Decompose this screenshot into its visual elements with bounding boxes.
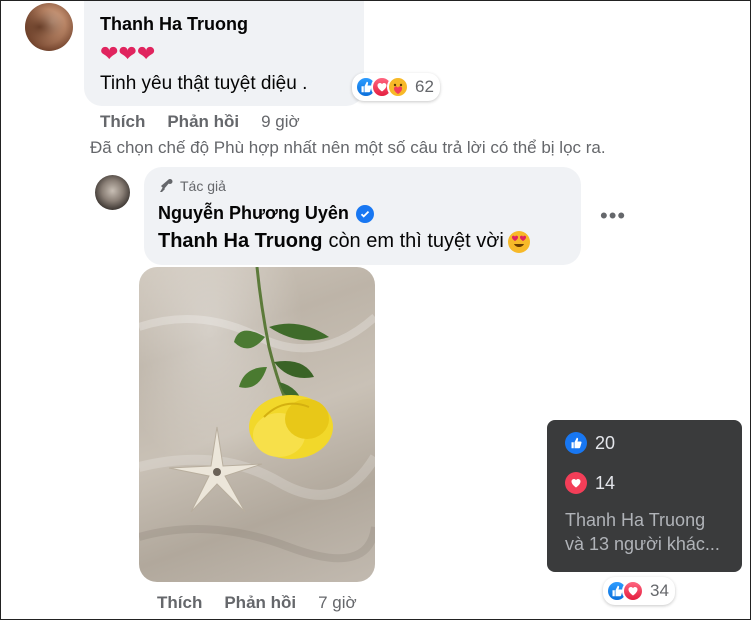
- reply-text-body: còn em thì tuyệt vời: [328, 230, 504, 252]
- reply-actions: Thích Phản hồi 7 giờ: [157, 593, 357, 613]
- reply-timestamp[interactable]: 7 giờ: [318, 593, 357, 613]
- care-reaction-icon: [387, 76, 409, 98]
- reply-reaction-count: 34: [650, 581, 669, 600]
- tooltip-names: Thanh Ha Truong và 13 người khác...: [565, 508, 720, 556]
- tooltip-names-line1: Thanh Ha Truong: [565, 510, 706, 530]
- reply-author-name[interactable]: Nguyễn Phương Uyên: [158, 203, 349, 224]
- reaction-count: 62: [415, 77, 434, 96]
- reply-button[interactable]: Phản hồi: [167, 112, 239, 132]
- reaction-summary[interactable]: 62: [352, 73, 440, 101]
- tooltip-like-row: 20: [565, 432, 615, 454]
- comment-timestamp[interactable]: 9 giờ: [261, 112, 300, 132]
- tooltip-like-count: 20: [595, 432, 616, 453]
- author-tag-label: Tác giả: [180, 178, 226, 194]
- verified-badge-icon: [355, 204, 374, 223]
- comment-actions: Thích Phản hồi 9 giờ: [100, 112, 300, 132]
- reply-reply-button[interactable]: Phản hồi: [224, 593, 296, 613]
- like-button[interactable]: Thích: [100, 112, 145, 132]
- comment-author[interactable]: Thanh Ha Truong: [100, 14, 248, 35]
- reply-text: Thanh Ha Truong còn em thì tuyệt vời: [158, 230, 530, 253]
- comment-text: Tinh yêu thật tuyệt diệu .: [100, 73, 308, 94]
- reply-author[interactable]: Nguyễn Phương Uyên: [158, 203, 374, 224]
- more-options-icon[interactable]: •••: [600, 203, 626, 229]
- mention-link[interactable]: Thanh Ha Truong: [158, 230, 322, 253]
- reaction-tooltip: 20 14 Thanh Ha Truong và 13 người khác..…: [547, 420, 742, 572]
- tooltip-names-line2: và 13 người khác...: [565, 534, 720, 554]
- rose-starfish-image: [139, 267, 375, 563]
- microphone-icon: [160, 179, 173, 192]
- tooltip-love-count: 14: [595, 472, 616, 493]
- heart-eyes-emoji-icon: [507, 230, 530, 253]
- love-reaction-icon: [622, 580, 644, 602]
- hearts-emoji: ❤❤❤: [100, 41, 156, 66]
- filter-note: Đã chọn chế độ Phù hợp nhất nên một số c…: [90, 138, 606, 157]
- reply-photo[interactable]: [139, 267, 375, 582]
- avatar[interactable]: [25, 3, 73, 51]
- reply-like-button[interactable]: Thích: [157, 593, 202, 613]
- love-icon: [565, 472, 587, 494]
- reply-reaction-summary[interactable]: 34: [603, 577, 675, 605]
- tooltip-love-row: 14: [565, 472, 615, 494]
- author-tag: Tác giả: [158, 178, 226, 194]
- reply-avatar[interactable]: [95, 175, 130, 210]
- like-icon: [565, 432, 587, 454]
